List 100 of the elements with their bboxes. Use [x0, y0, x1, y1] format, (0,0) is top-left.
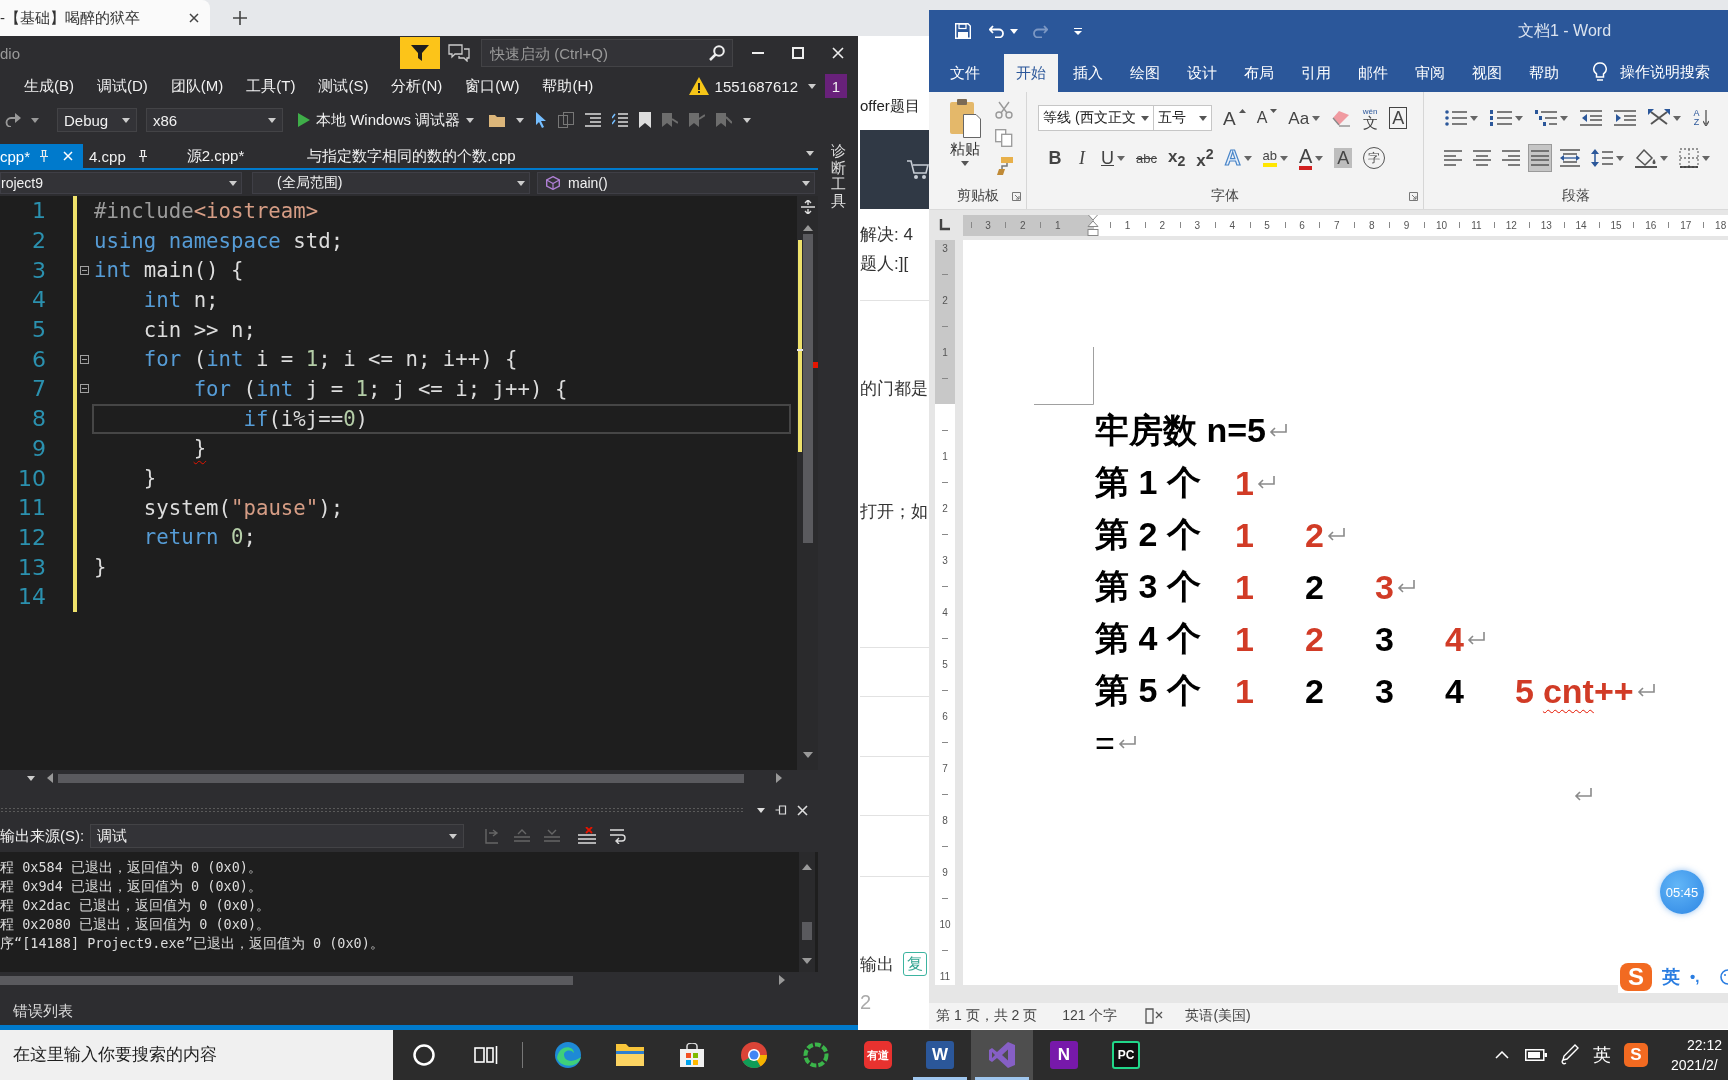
- scrollbar-thumb[interactable]: [58, 773, 744, 783]
- numbered-list-icon[interactable]: [1490, 110, 1512, 126]
- cart-icon[interactable]: [907, 159, 929, 180]
- bold-button[interactable]: B: [1044, 144, 1066, 172]
- tell-me-search[interactable]: 操作说明搜索: [1620, 62, 1710, 82]
- right-arrow-icon[interactable]: [776, 773, 782, 783]
- shopping-bag-icon[interactable]: [680, 1043, 704, 1067]
- pin-icon[interactable]: [138, 150, 147, 162]
- change-case-button[interactable]: Aa: [1285, 104, 1324, 132]
- bookmark-icon[interactable]: [639, 112, 652, 128]
- redo-icon[interactable]: [1032, 24, 1048, 38]
- indent-marker-icon[interactable]: [1086, 214, 1099, 236]
- clear-list-icon[interactable]: [578, 827, 597, 845]
- caret-icon[interactable]: [1616, 155, 1624, 161]
- split-icon[interactable]: [800, 200, 815, 214]
- wrap-icon[interactable]: [610, 828, 629, 844]
- scrollbar[interactable]: [797, 196, 818, 770]
- ring-icon[interactable]: [803, 1042, 829, 1068]
- font-name-dropdown[interactable]: 等线 (西文正文: [1038, 105, 1154, 131]
- paste-button[interactable]: 粘贴: [943, 98, 987, 178]
- collapse-icon[interactable]: [80, 265, 89, 275]
- ribbon-tab[interactable]: 开始: [1004, 54, 1058, 92]
- scrollbar-thumb[interactable]: [803, 234, 813, 543]
- filter-button[interactable]: [400, 37, 440, 69]
- member-dropdown[interactable]: main(): [537, 172, 815, 194]
- caret-icon[interactable]: [31, 117, 39, 123]
- highlight-button[interactable]: ab: [1259, 144, 1291, 172]
- bookmark-arrow-icon[interactable]: [689, 113, 706, 127]
- app-icon[interactable]: W: [926, 1041, 954, 1069]
- chat-icon[interactable]: [448, 44, 470, 62]
- scrollbar-thumb[interactable]: [0, 975, 573, 985]
- app-icon[interactable]: 有道: [864, 1041, 892, 1069]
- page-cross-icon[interactable]: [1145, 1008, 1164, 1024]
- ribbon-tab[interactable]: 设计: [1175, 54, 1229, 92]
- menu-item[interactable]: 工具(T): [236, 73, 306, 99]
- language-status[interactable]: 英语(美国): [1185, 1007, 1251, 1025]
- italic-button[interactable]: I: [1071, 144, 1093, 172]
- down-arrow-icon[interactable]: [802, 958, 812, 964]
- dialog-launcher-icon[interactable]: [1409, 191, 1418, 201]
- collapse-icon[interactable]: [80, 354, 89, 364]
- start-debugging-button[interactable]: 本地 Windows 调试器: [294, 108, 479, 132]
- up-arrow-icon[interactable]: [802, 864, 812, 870]
- search-field[interactable]: 在这里输入你要搜索的内容: [0, 1030, 393, 1080]
- bookmark-arrow-icon[interactable]: [716, 113, 733, 127]
- ribbon-tab[interactable]: 绘图: [1118, 54, 1172, 92]
- align-lines-icon[interactable]: [585, 113, 602, 127]
- sort-button[interactable]: AZ: [1690, 104, 1712, 132]
- phonetic-guide-button[interactable]: 文 wén: [1359, 104, 1382, 132]
- caret-icon[interactable]: [27, 775, 35, 781]
- app-icon[interactable]: PC: [1112, 1041, 1140, 1069]
- borders-icon[interactable]: [1679, 148, 1699, 168]
- chevron-up-icon[interactable]: [1495, 1051, 1509, 1059]
- app-icon[interactable]: N: [1050, 1041, 1078, 1069]
- scope-dropdown[interactable]: (全局范围): [252, 172, 530, 194]
- ribbon-tab[interactable]: 审阅: [1403, 54, 1457, 92]
- align-distributed-icon[interactable]: [1560, 149, 1580, 167]
- stack-icon[interactable]: [558, 112, 575, 128]
- shrink-font-button[interactable]: A: [1253, 104, 1281, 132]
- caret-icon[interactable]: [1660, 155, 1668, 161]
- ribbon-tab[interactable]: 邮件: [1346, 54, 1400, 92]
- font-size-dropdown[interactable]: 五号: [1154, 105, 1212, 131]
- redo-icon[interactable]: [5, 113, 21, 127]
- caret-icon[interactable]: [808, 83, 816, 89]
- strikethrough-button[interactable]: abc: [1133, 144, 1160, 172]
- close-icon[interactable]: [189, 13, 199, 23]
- caret-icon[interactable]: [1280, 155, 1288, 161]
- left-arrow-icon[interactable]: [47, 773, 53, 783]
- file-tab[interactable]: 源2.cpp*: [158, 144, 280, 168]
- word-count[interactable]: 121 个字: [1062, 1007, 1118, 1025]
- align-center-icon[interactable]: [1473, 150, 1491, 166]
- ribbon-tab[interactable]: 视图: [1460, 54, 1514, 92]
- caret-icon[interactable]: [1515, 115, 1523, 121]
- align-right-icon[interactable]: [1502, 150, 1520, 166]
- clock-time[interactable]: 22:12: [1687, 1035, 1723, 1055]
- collapse-icon[interactable]: [80, 384, 89, 394]
- save-icon[interactable]: [955, 23, 971, 39]
- output-source-dropdown[interactable]: 调试: [90, 824, 465, 848]
- notification-badge[interactable]: 1: [825, 74, 847, 98]
- panel-tab[interactable]: 错误列表: [13, 1001, 73, 1021]
- menu-item[interactable]: 生成(B): [14, 73, 84, 99]
- lightbulb-icon[interactable]: [1592, 62, 1608, 82]
- punctuation-mode[interactable]: •,: [1690, 968, 1700, 985]
- account-name[interactable]: 1551687612: [714, 77, 798, 95]
- ribbon-tab[interactable]: 引用: [1289, 54, 1343, 92]
- caret-icon[interactable]: [1702, 155, 1710, 161]
- underline-button[interactable]: U: [1098, 144, 1128, 172]
- line-arrow-icon[interactable]: [544, 829, 561, 843]
- undo-icon[interactable]: [989, 24, 1005, 38]
- clock-date[interactable]: 2021/2/: [1671, 1055, 1718, 1075]
- caret-icon[interactable]: [806, 150, 814, 156]
- align-left-icon[interactable]: [1444, 150, 1462, 166]
- caret-icon[interactable]: [1470, 115, 1478, 121]
- caret-icon[interactable]: [1315, 155, 1324, 161]
- ribbon-tab[interactable]: 帮助: [1517, 54, 1571, 92]
- browser-tab[interactable]: -【基础】喝醉的狱卒: [0, 0, 210, 36]
- ribbon-tab[interactable]: 插入: [1061, 54, 1115, 92]
- search-icon[interactable]: [709, 45, 725, 61]
- scissors-icon[interactable]: [995, 101, 1013, 119]
- multilevel-list-icon[interactable]: [1535, 110, 1557, 126]
- cursor-icon[interactable]: [535, 112, 548, 128]
